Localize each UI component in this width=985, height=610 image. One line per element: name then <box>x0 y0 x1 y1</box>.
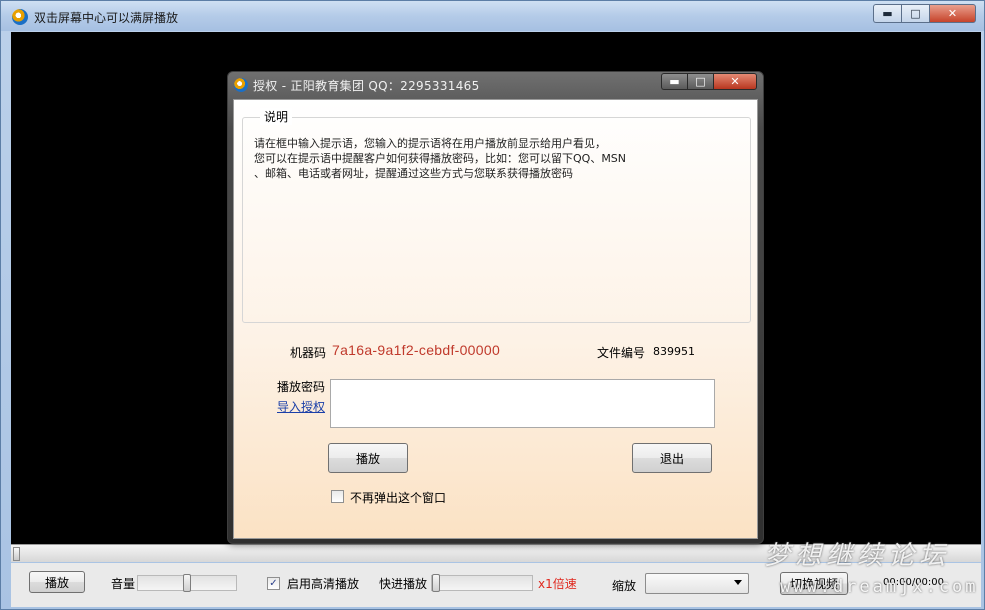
exit-button[interactable]: 退出 <box>632 443 712 473</box>
authorization-dialog: 授权 - 正阳教育集团 QQ：2295331465 ▬ □ ✕ 说明 请在框中输… <box>227 71 764 544</box>
groupbox-title: 说明 <box>260 108 293 125</box>
machine-code-value: 7a16a-9a1f2-cebdf-00000 <box>332 342 501 358</box>
media-player-icon <box>12 9 28 25</box>
machine-code-label: 机器码 <box>290 346 327 360</box>
chevron-down-icon <box>734 580 742 585</box>
password-input[interactable] <box>330 379 715 428</box>
window-controls: ▬ □ ✕ <box>873 4 976 23</box>
watermark-url: www.dreamjx.com <box>780 577 979 597</box>
progress-thumb[interactable] <box>13 547 20 561</box>
watermark-title: 梦想继续论坛 <box>764 541 951 571</box>
play-button[interactable]: 播放 <box>29 571 85 593</box>
volume-slider[interactable] <box>137 574 237 592</box>
hd-checkbox[interactable]: ✓ <box>267 577 280 590</box>
watermark: 梦想继续论坛 www.dreamjx.com <box>762 535 982 605</box>
volume-slider-thumb[interactable] <box>183 574 191 592</box>
dialog-titlebar[interactable]: 授权 - 正阳教育集团 QQ：2295331465 ▬ □ ✕ <box>228 72 763 98</box>
zoom-label: 缩放 <box>612 579 637 593</box>
description-line: 您可以在提示语中提醒客户如何获得播放密码，比如：您可以留下QQ、MSN <box>254 152 627 165</box>
close-button[interactable]: ✕ <box>929 4 976 23</box>
maximize-button[interactable]: □ <box>901 4 929 23</box>
zoom-select[interactable] <box>645 573 749 594</box>
dialog-close-button[interactable]: ✕ <box>713 73 757 90</box>
dialog-title: 授权 - 正阳教育集团 QQ：2295331465 <box>253 79 480 93</box>
fast-forward-label: 快进播放 <box>379 577 428 591</box>
hd-label: 启用高清播放 <box>287 577 360 591</box>
password-label: 播放密码 <box>277 380 326 394</box>
window-title: 双击屏幕中心可以满屏播放 <box>34 11 179 25</box>
dialog-body: 说明 请在框中输入提示语，您输入的提示语将在用户播放前显示给用户看见， 您可以在… <box>233 99 758 539</box>
volume-label: 音量 <box>111 577 136 591</box>
main-titlebar[interactable]: 双击屏幕中心可以满屏播放 ▬ □ ✕ <box>1 1 984 31</box>
file-number-label: 文件编号 <box>597 346 646 360</box>
description-line: 请在框中输入提示语，您输入的提示语将在用户播放前显示给用户看见， <box>254 137 606 150</box>
dialog-window-controls: ▬ □ ✕ <box>661 73 757 90</box>
speed-slider-thumb[interactable] <box>432 574 440 592</box>
minimize-button[interactable]: ▬ <box>873 4 901 23</box>
dialog-play-button[interactable]: 播放 <box>328 443 408 473</box>
speed-slider[interactable] <box>431 574 533 592</box>
no-popup-checkbox[interactable] <box>331 490 344 503</box>
dialog-maximize-button[interactable]: □ <box>687 73 713 90</box>
description-groupbox: 说明 请在框中输入提示语，您输入的提示语将在用户播放前显示给用户看见， 您可以在… <box>242 108 751 323</box>
file-number-value: 839951 <box>653 345 695 358</box>
media-player-icon <box>234 78 248 92</box>
no-popup-label: 不再弹出这个窗口 <box>350 491 447 505</box>
description-line: 、邮箱、电话或者网址，提醒通过这些方式与您联系获得播放密码 <box>254 167 573 180</box>
speed-text: x1倍速 <box>538 577 577 591</box>
import-authorization-link[interactable]: 导入授权 <box>277 398 325 415</box>
dialog-minimize-button[interactable]: ▬ <box>661 73 687 90</box>
